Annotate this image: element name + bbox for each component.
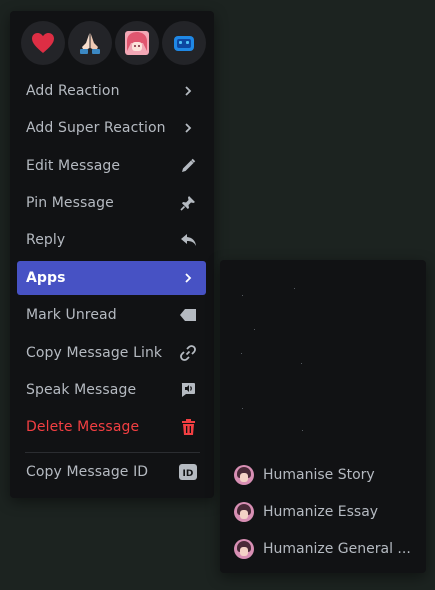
reply-icon [179,231,197,249]
loading-speck [242,408,243,409]
reaction-anime-avatar-button[interactable] [115,21,159,65]
app-humanise-story-item[interactable]: Humanise Story [234,460,416,490]
add-super-reaction-label: Add Super Reaction [26,120,166,136]
chevron-right-icon [179,82,197,100]
id-badge-icon: ID [179,463,197,481]
app-humanize-essay-item[interactable]: Humanize Essay [234,497,416,527]
loading-speck [302,430,303,431]
copy-message-link-item[interactable]: Copy Message Link [17,336,206,370]
copy-message-id-item[interactable]: Copy Message ID ID [17,455,206,489]
loading-speck [294,288,295,289]
chevron-right-icon [179,119,197,137]
copy-message-link-label: Copy Message Link [26,345,163,361]
pencil-icon [179,157,197,175]
app-avatar-icon [234,465,254,485]
reply-label: Reply [26,232,66,248]
mark-unread-label: Mark Unread [26,307,117,323]
speak-message-item[interactable]: Speak Message [17,373,206,407]
app-name: Humanize General ... [263,541,411,557]
trash-icon [179,418,197,436]
menu-divider [25,452,200,453]
speak-icon [179,381,197,399]
app-avatar-icon [234,502,254,522]
blue-bot-emoji-icon [174,36,194,51]
svg-text:ID: ID [182,469,193,479]
apps-label: Apps [26,270,66,286]
delete-message-label: Delete Message [26,419,140,435]
add-reaction-item[interactable]: Add Reaction [17,74,206,108]
app-name: Humanize Essay [263,504,379,520]
speak-message-label: Speak Message [26,382,137,398]
folded-hands-emoji-icon [80,33,100,54]
edit-message-item[interactable]: Edit Message [17,149,206,183]
add-super-reaction-item[interactable]: Add Super Reaction [17,111,206,145]
pin-icon [179,194,197,212]
message-context-menu: Add Reaction Add Super Reaction Edit Mes… [10,11,214,498]
loading-speck [242,295,243,296]
anime-avatar-emoji-icon [125,31,149,55]
reaction-folded-hands-button[interactable] [68,21,112,65]
app-humanize-general-item[interactable]: Humanize General ... [234,534,416,564]
copy-message-id-label: Copy Message ID [26,464,149,480]
loading-speck [241,353,242,354]
app-avatar-icon [234,539,254,559]
apps-item[interactable]: Apps [17,261,206,295]
loading-speck [301,363,302,364]
mark-unread-icon [179,306,197,324]
link-icon [179,344,197,362]
reaction-heart-button[interactable] [21,21,65,65]
add-reaction-label: Add Reaction [26,83,120,99]
edit-message-label: Edit Message [26,158,121,174]
quick-reactions [21,21,206,65]
delete-message-item[interactable]: Delete Message [17,410,206,444]
reaction-blue-bot-button[interactable] [162,21,206,65]
loading-speck [254,329,255,330]
mark-unread-item[interactable]: Mark Unread [17,298,206,332]
pin-message-label: Pin Message [26,195,114,211]
apps-submenu: Humanise Story Humanize Essay Humanize G… [220,260,426,573]
app-name: Humanise Story [263,467,375,483]
chevron-right-icon [179,269,197,287]
pin-message-item[interactable]: Pin Message [17,186,206,220]
heart-emoji-icon [32,33,54,53]
reply-item[interactable]: Reply [17,223,206,257]
